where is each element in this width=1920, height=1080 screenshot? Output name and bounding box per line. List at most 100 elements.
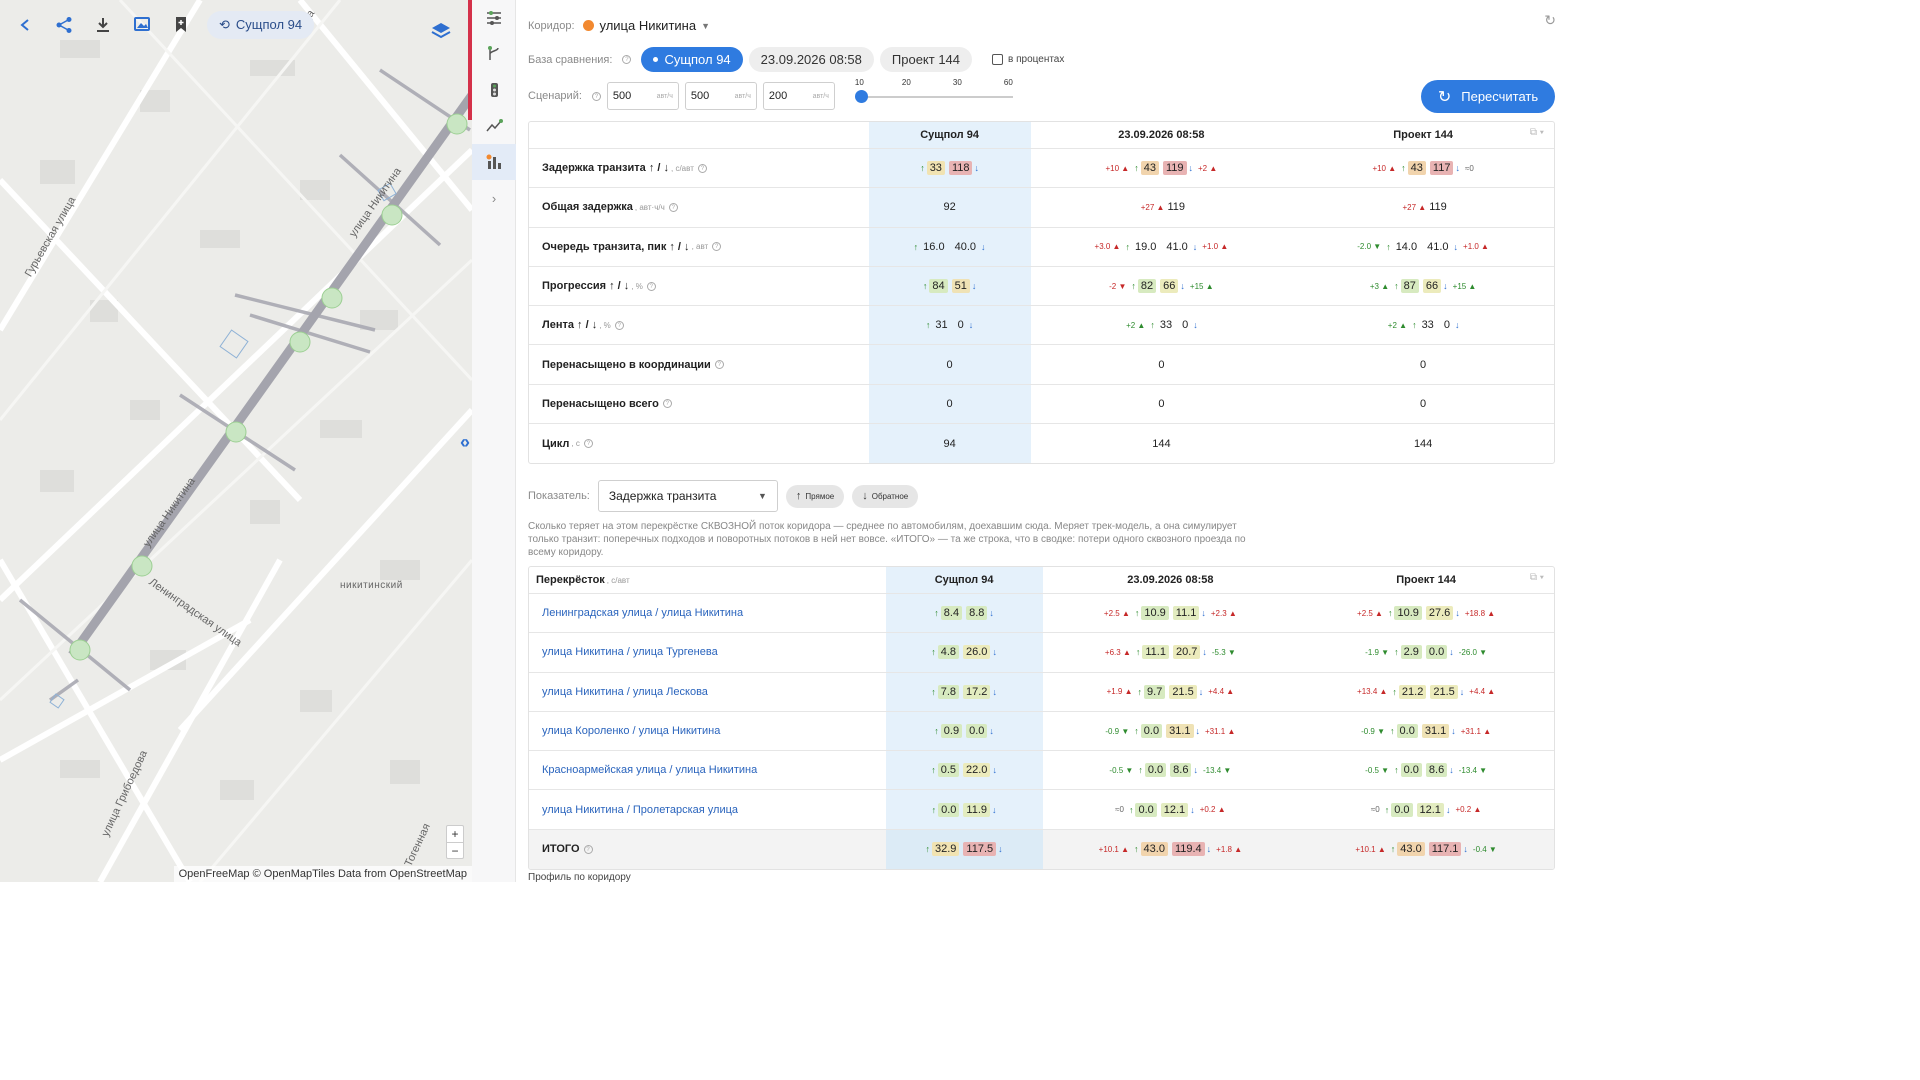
arrow-up-icon: ↑ bbox=[1138, 765, 1143, 776]
duration-slider[interactable]: 10 20 30 60 bbox=[854, 78, 1015, 110]
slider-thumb[interactable] bbox=[854, 90, 868, 103]
intersection-link[interactable]: улица Никитина / Пролетарская улица bbox=[542, 804, 738, 816]
value-badge: 26.0 bbox=[963, 645, 991, 660]
rail-traffic-light[interactable] bbox=[472, 72, 516, 108]
map-attribution: OpenFreeMap © OpenMapTiles Data from Ope… bbox=[173, 866, 472, 882]
value-badge: 21.5 bbox=[1169, 684, 1197, 699]
help-icon[interactable]: ? bbox=[591, 91, 601, 101]
value-cell: 94 bbox=[868, 424, 1031, 464]
column-header: Проект 144 bbox=[1396, 574, 1456, 586]
delta-value: +27 ▲ bbox=[1140, 202, 1165, 212]
rail-expand[interactable]: › bbox=[472, 180, 516, 216]
column-header: 23.09.2026 08:58 bbox=[1118, 129, 1205, 141]
table-row: Перенасыщено в координации? 0 0 0 bbox=[529, 345, 1554, 385]
value-pair: 119 ↓ bbox=[1162, 161, 1193, 176]
value-cell: 0 bbox=[868, 345, 1031, 384]
zoom-in-button[interactable]: + bbox=[447, 826, 463, 842]
table-row: улица Короленко / улица Никитина ↑ 0.9 0.0 ↓… bbox=[529, 711, 1554, 752]
value-cell: +13.4 ▲ ↑ 21.2 21.5 ↓ +4.4 ▲ bbox=[1298, 673, 1554, 711]
value-pair: 8.6 ↓ bbox=[1425, 763, 1454, 778]
copy-icon[interactable]: ⧉ ▾ bbox=[1530, 127, 1544, 138]
percent-checkbox[interactable]: в процентах bbox=[992, 54, 1064, 65]
value-badge: 43 bbox=[1407, 161, 1426, 176]
layers-icon[interactable] bbox=[430, 20, 452, 42]
corridor-select[interactable]: улица Никитина bbox=[600, 18, 697, 33]
help-icon[interactable]: ? bbox=[668, 202, 678, 212]
metric-name: Перенасыщено всего? bbox=[529, 398, 869, 410]
arrow-up-icon: ↑ bbox=[795, 490, 802, 502]
map-view[interactable]: Гурьевская улица улица Никитина улица Ни… bbox=[0, 0, 472, 882]
input-value[interactable]: 500 bbox=[613, 90, 631, 102]
rail-stats[interactable] bbox=[472, 144, 516, 180]
bookmark-button[interactable] bbox=[164, 8, 197, 41]
help-icon[interactable]: ? bbox=[646, 281, 656, 291]
help-icon[interactable]: ? bbox=[622, 55, 632, 64]
download-button[interactable] bbox=[86, 8, 119, 41]
refresh-icon[interactable]: ↻ bbox=[1544, 12, 1556, 29]
scenario-input[interactable]: 200 авт/ч bbox=[762, 82, 835, 110]
forward-toggle[interactable]: ↑ Прямое bbox=[785, 484, 845, 508]
arrow-up-icon: ↑ bbox=[1135, 647, 1141, 658]
recalculate-button[interactable]: ↻ Пересчитать bbox=[1421, 80, 1555, 113]
zoom-out-button[interactable]: − bbox=[447, 842, 463, 858]
column-header-unit: , с/авт bbox=[606, 575, 630, 585]
attribution-link[interactable]: OpenStreetMap bbox=[389, 868, 467, 880]
panel-resize-handle[interactable]: ‹› bbox=[460, 432, 470, 453]
value-badge: 7.8 bbox=[937, 684, 960, 699]
intersection-link[interactable]: Ленинградская улица / улица Никитина bbox=[542, 607, 743, 619]
help-icon[interactable]: ? bbox=[662, 399, 672, 409]
base-pill-2[interactable]: Проект 144 bbox=[879, 47, 973, 72]
copy-icon[interactable]: ⧉ ▾ bbox=[1530, 572, 1544, 583]
app-root: Гурьевская улица улица Никитина улица Ни… bbox=[0, 0, 1568, 883]
intersection-link[interactable]: Красноармейская улица / улица Никитина bbox=[542, 764, 757, 776]
help-icon[interactable]: ? bbox=[697, 163, 707, 173]
rail-chart[interactable] bbox=[472, 108, 516, 144]
value-badge: 0.0 bbox=[1400, 763, 1422, 778]
slider-track[interactable] bbox=[860, 96, 1013, 98]
delta-value: +2 ▲ bbox=[1198, 163, 1218, 173]
intersection-link[interactable]: улица Никитина / улица Лескова bbox=[542, 686, 708, 698]
help-icon[interactable]: ? bbox=[714, 360, 724, 370]
help-icon[interactable]: ? bbox=[712, 242, 722, 252]
map-canvas[interactable] bbox=[0, 0, 472, 882]
intersection-link[interactable]: улица Никитина / улица Тургенева bbox=[542, 646, 718, 658]
rail-branch[interactable] bbox=[472, 36, 516, 72]
arrow-up-icon: ↑ bbox=[925, 844, 931, 855]
caret-down-icon[interactable]: ▼ bbox=[701, 21, 710, 31]
image-export-button[interactable] bbox=[125, 8, 158, 41]
checkbox-box[interactable] bbox=[992, 54, 1004, 65]
metric-name: Цикл, с? bbox=[529, 438, 869, 450]
value-pair: 117 ↓ bbox=[1429, 161, 1460, 176]
input-value[interactable]: 500 bbox=[691, 90, 709, 102]
value-pair: 0.0 ↓ bbox=[1425, 645, 1454, 660]
delta-value: +3.0 ▲ bbox=[1094, 242, 1121, 252]
table-row: Ленинградская улица / улица Никитина ↑ 8.4… bbox=[529, 594, 1554, 634]
delta-value: -2 ▼ bbox=[1109, 281, 1127, 291]
base-pill-1[interactable]: 23.09.2026 08:58 bbox=[748, 47, 874, 72]
scenario-input[interactable]: 500 авт/ч bbox=[684, 82, 757, 110]
backward-toggle[interactable]: ↓ Обратное bbox=[852, 484, 919, 508]
value-badge: 31.1 bbox=[1421, 724, 1450, 739]
metric-name: Очередь транзита, пик ↑ / ↓, авт? bbox=[529, 241, 869, 253]
delta-value: +2 ▲ bbox=[1126, 320, 1146, 330]
value-pair: ↑ 16.0 bbox=[914, 240, 948, 254]
bookmark-add-icon bbox=[175, 16, 186, 32]
indicator-select[interactable]: Задержка транзита ▼ bbox=[597, 480, 778, 512]
intersection-link[interactable]: улица Короленко / улица Никитина bbox=[542, 725, 720, 737]
input-value[interactable]: 200 bbox=[769, 90, 787, 102]
help-icon[interactable]: ? bbox=[583, 439, 593, 449]
base-pill-0[interactable]: Сущпол 94 bbox=[641, 47, 743, 72]
chevron-right-icon: › bbox=[491, 190, 497, 206]
value-badge: 82 bbox=[1137, 279, 1157, 294]
value-pair: ↑ 19.0 bbox=[1125, 240, 1159, 254]
help-icon[interactable]: ? bbox=[614, 320, 624, 330]
value-pair: ↑ 43.0 bbox=[1134, 842, 1168, 857]
history-chip[interactable]: ⟲ Сущпол 94 bbox=[207, 10, 315, 39]
help-icon[interactable]: ? bbox=[583, 844, 593, 854]
share-button[interactable] bbox=[47, 8, 80, 41]
attribution-link[interactable]: OpenFreeMap bbox=[179, 868, 250, 880]
plain-value: 0 bbox=[1420, 358, 1427, 371]
rail-settings[interactable] bbox=[472, 0, 516, 36]
back-button[interactable] bbox=[8, 8, 41, 41]
scenario-input[interactable]: 500 авт/ч bbox=[606, 82, 679, 110]
